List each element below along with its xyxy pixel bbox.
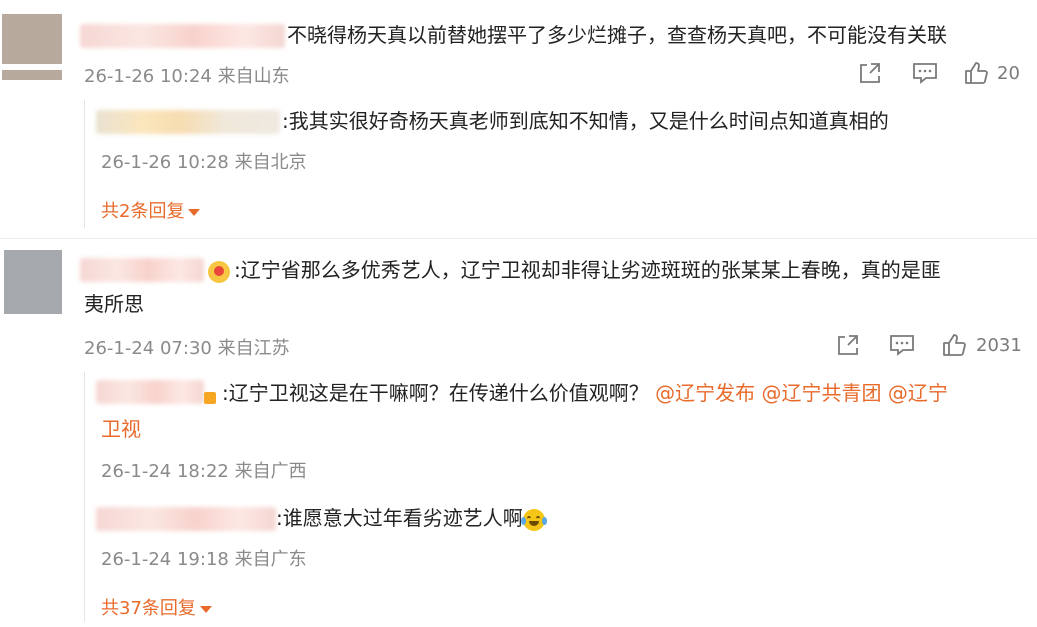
avatar[interactable] bbox=[4, 250, 62, 314]
thumbs-up-icon bbox=[943, 334, 966, 356]
reply-username-blurred[interactable] bbox=[96, 507, 276, 531]
more-replies-label: 共37条回复 bbox=[101, 598, 196, 619]
avatar[interactable] bbox=[2, 14, 62, 80]
share-button[interactable] bbox=[858, 62, 882, 84]
comment-icon bbox=[890, 335, 914, 356]
username-blurred[interactable] bbox=[80, 24, 285, 48]
comment-meta: 26-1-24 07:30 来自江苏 bbox=[84, 334, 290, 360]
reply-meta: 26-1-24 18:22 来自广西 bbox=[101, 457, 307, 483]
mention-link-continued[interactable]: 卫视 bbox=[101, 416, 141, 442]
reply-meta: 26-1-26 10:28 来自北京 bbox=[101, 148, 307, 174]
share-icon bbox=[860, 63, 880, 83]
comment-location: 来自江苏 bbox=[217, 338, 290, 359]
reply-text-body: :辽宁卫视这是在干嘛啊？在传递什么价值观啊？ bbox=[222, 381, 649, 405]
reply-divider bbox=[84, 372, 85, 622]
reply-meta: 26-1-24 19:18 来自广东 bbox=[101, 545, 307, 571]
mention-link[interactable]: @辽宁共青团 bbox=[761, 381, 881, 405]
comment-text-line2: 夷所思 bbox=[84, 292, 144, 316]
reply-username-blurred[interactable] bbox=[96, 110, 280, 134]
reply-time: 26-1-24 18:22 bbox=[101, 461, 229, 482]
chevron-down-icon bbox=[199, 605, 212, 613]
comment-button[interactable] bbox=[912, 62, 938, 84]
share-icon bbox=[838, 335, 858, 355]
like-count: 20 bbox=[997, 62, 1020, 84]
like-button[interactable]: 2031 bbox=[942, 333, 1022, 357]
comment-button[interactable] bbox=[889, 334, 915, 356]
reply-time: 26-1-26 10:28 bbox=[101, 152, 229, 173]
more-replies-link[interactable]: 共37条回复 bbox=[101, 594, 212, 620]
reply-text: :辽宁卫视这是在干嘛啊？在传递什么价值观啊？ @辽宁发布 @辽宁共青团 @辽宁 bbox=[222, 380, 948, 406]
comment-icon bbox=[913, 63, 937, 84]
more-replies-link[interactable]: 共2条回复 bbox=[101, 197, 201, 223]
reply-location: 来自广东 bbox=[234, 549, 307, 570]
reply-text: :我其实很好奇杨天真老师到底知不知情，又是什么时间点知道真相的 bbox=[282, 109, 889, 133]
comment-time: 26-1-24 07:30 bbox=[84, 338, 212, 359]
comment-divider bbox=[0, 238, 1037, 239]
comment-location: 来自山东 bbox=[217, 66, 290, 87]
mention-link[interactable]: @辽宁 bbox=[888, 381, 948, 405]
reply-location: 来自广西 bbox=[234, 461, 307, 482]
reply-text: :谁愿意大过年看劣迹艺人啊 bbox=[276, 505, 547, 531]
thumbs-up-icon bbox=[965, 62, 988, 84]
reply-location: 来自北京 bbox=[234, 152, 307, 173]
comment-text: 不晓得杨天真以前替她摆平了多少烂摊子，查查杨天真吧，不可能没有关联 bbox=[287, 23, 947, 47]
comment-text-line1: :辽宁省那么多优秀艺人，辽宁卫视却非得让劣迹斑斑的张某某上春晚，真的是匪 bbox=[234, 258, 941, 282]
reply-time: 26-1-24 19:18 bbox=[101, 549, 229, 570]
reply-text-body: :谁愿意大过年看劣迹艺人啊 bbox=[276, 506, 523, 530]
username-blurred[interactable] bbox=[80, 258, 204, 282]
chevron-down-icon bbox=[188, 208, 201, 216]
more-replies-label: 共2条回复 bbox=[101, 201, 185, 222]
laugh-cry-emoji-icon bbox=[520, 508, 547, 531]
share-button[interactable] bbox=[836, 334, 860, 356]
like-button[interactable]: 20 bbox=[964, 61, 1020, 85]
comment-meta: 26-1-26 10:24 来自山东 bbox=[84, 62, 290, 88]
mention-link[interactable]: @辽宁发布 bbox=[655, 381, 755, 405]
comment-time: 26-1-26 10:24 bbox=[84, 66, 212, 87]
vip-badge-icon bbox=[208, 261, 230, 283]
vip-badge-icon bbox=[204, 392, 216, 404]
reply-username-blurred[interactable] bbox=[96, 380, 204, 404]
like-count: 2031 bbox=[976, 334, 1022, 356]
reply-divider bbox=[84, 100, 85, 228]
